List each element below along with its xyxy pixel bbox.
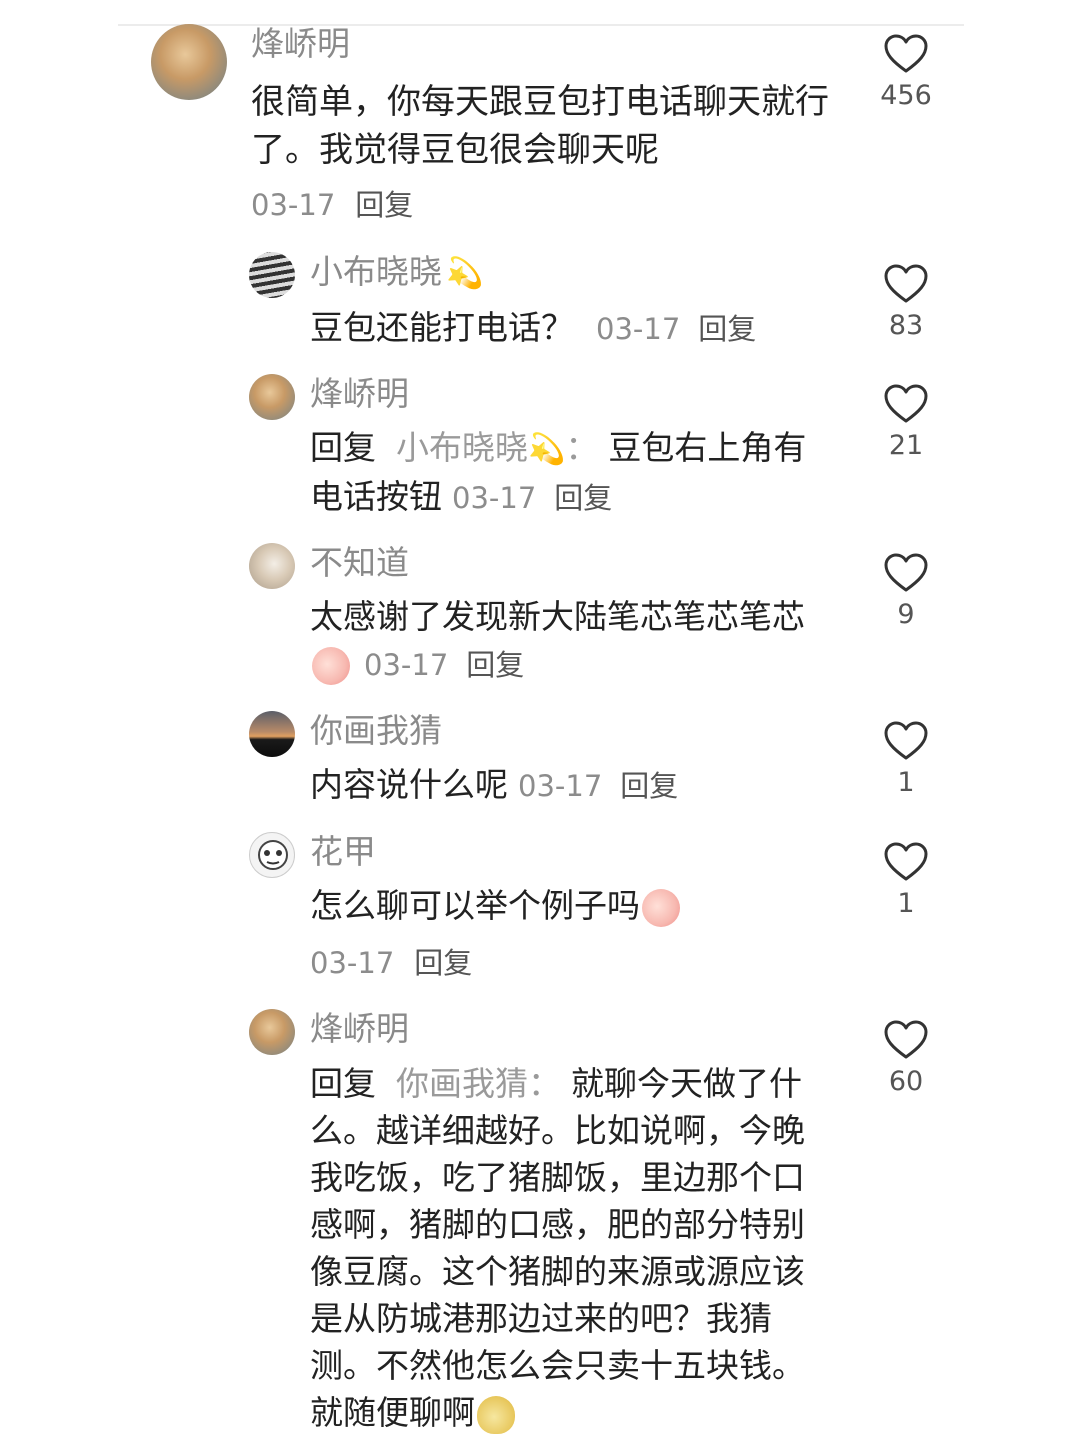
- like-button[interactable]: 1: [876, 721, 936, 798]
- avatar[interactable]: [249, 374, 295, 420]
- comment-username[interactable]: 你画我猜: [310, 711, 442, 751]
- heart-outline-icon: [884, 553, 928, 592]
- like-count: 456: [880, 80, 932, 111]
- blowing-kiss-emoji-icon: [642, 888, 680, 927]
- reply-button[interactable]: 回复: [698, 312, 756, 346]
- like-count: 9: [897, 599, 915, 630]
- like-button[interactable]: 21: [876, 384, 936, 461]
- heart-outline-icon: [884, 721, 928, 760]
- avatar[interactable]: [151, 24, 227, 100]
- reply-button[interactable]: 回复: [355, 188, 413, 222]
- avatar[interactable]: [249, 252, 295, 298]
- like-count: 21: [888, 430, 924, 461]
- mention-link[interactable]: 你画我猜：: [396, 1064, 561, 1103]
- comment-text: 豆包还能打电话？ 03-17 回复: [310, 304, 830, 353]
- comment-username[interactable]: 小布晓晓 💫: [310, 252, 483, 294]
- like-count: 83: [888, 310, 924, 341]
- comment-text: 怎么聊可以举个例子吗: [310, 882, 830, 929]
- comment-text: 内容说什么呢 03-17 回复: [310, 761, 830, 810]
- reply-button[interactable]: 回复: [620, 769, 678, 803]
- comment-meta: 03-17 回复: [251, 182, 413, 224]
- like-button[interactable]: 60: [876, 1020, 936, 1097]
- comet-emoji-icon: 💫: [446, 255, 484, 291]
- comment-text: 回复 你画我猜： 就聊今天做了什么。越详细越好。比如说啊，今晚我吃饭，吃了猪脚饭，里…: [310, 1060, 830, 1436]
- comment-text: 很简单，你每天跟豆包打电话聊天就行了。我觉得豆包很会聊天呢: [251, 78, 836, 174]
- like-button[interactable]: 9: [876, 553, 936, 630]
- like-button[interactable]: 456: [876, 34, 936, 111]
- like-count: 60: [888, 1066, 924, 1097]
- reply-button[interactable]: 回复: [414, 946, 472, 980]
- avatar[interactable]: [249, 543, 295, 589]
- blowing-kiss-emoji-icon: [312, 646, 350, 685]
- heart-outline-icon: [884, 34, 928, 73]
- comment-date: 03-17: [364, 648, 449, 682]
- comment-username[interactable]: 烽峤明: [251, 24, 350, 64]
- top-divider: [118, 24, 964, 26]
- like-count: 1: [897, 888, 915, 919]
- comment-username[interactable]: 不知道: [310, 543, 409, 583]
- comment-text: 回复 小布晓晓💫： 豆包右上角有电话按钮 03-17 回复: [310, 424, 830, 522]
- like-button[interactable]: 1: [876, 842, 936, 919]
- comment-body: 豆包还能打电话？: [310, 308, 574, 347]
- comment-body: 怎么聊可以举个例子吗: [310, 886, 640, 925]
- heart-outline-icon: [884, 842, 928, 881]
- comment-body: 就聊今天做了什么。越详细越好。比如说啊，今晚我吃饭，吃了猪脚饭，里边那个口感啊，…: [310, 1064, 805, 1432]
- reply-button[interactable]: 回复: [466, 648, 524, 682]
- like-count: 1: [897, 767, 915, 798]
- comment-date: 03-17: [518, 769, 603, 803]
- comment-text: 太感谢了发现新大陆笔芯笔芯笔芯 03-17 回复: [310, 593, 830, 689]
- mention-link[interactable]: 小布晓晓💫：: [396, 428, 598, 467]
- reply-prefix: 回复: [310, 428, 376, 467]
- avatar[interactable]: [249, 711, 295, 757]
- comment-date: 03-17: [452, 481, 537, 515]
- comment-meta: 03-17 回复: [310, 940, 472, 982]
- comment-username[interactable]: 烽峤明: [310, 374, 409, 414]
- comment-body: 很简单，你每天跟豆包打电话聊天就行了。我觉得豆包很会聊天呢: [251, 82, 829, 170]
- comment-body: 太感谢了发现新大陆笔芯笔芯笔芯: [310, 597, 805, 636]
- comment-date: 03-17: [251, 188, 336, 222]
- comment-body: 内容说什么呢: [310, 765, 508, 804]
- avatar[interactable]: [249, 1009, 295, 1055]
- pear-emoji-icon: [477, 1395, 515, 1434]
- comment-username[interactable]: 烽峤明: [310, 1009, 409, 1049]
- like-button[interactable]: 83: [876, 264, 936, 341]
- panda-sticker-icon: [258, 840, 288, 870]
- reply-prefix: 回复: [310, 1064, 376, 1103]
- comment-date: 03-17: [596, 312, 681, 346]
- comment-username[interactable]: 花甲: [310, 832, 376, 872]
- heart-outline-icon: [884, 264, 928, 303]
- heart-outline-icon: [884, 1020, 928, 1059]
- heart-outline-icon: [884, 384, 928, 423]
- comment-date: 03-17: [310, 946, 395, 980]
- comet-emoji-icon: 💫: [528, 432, 566, 467]
- avatar[interactable]: [249, 832, 295, 878]
- reply-button[interactable]: 回复: [554, 481, 612, 515]
